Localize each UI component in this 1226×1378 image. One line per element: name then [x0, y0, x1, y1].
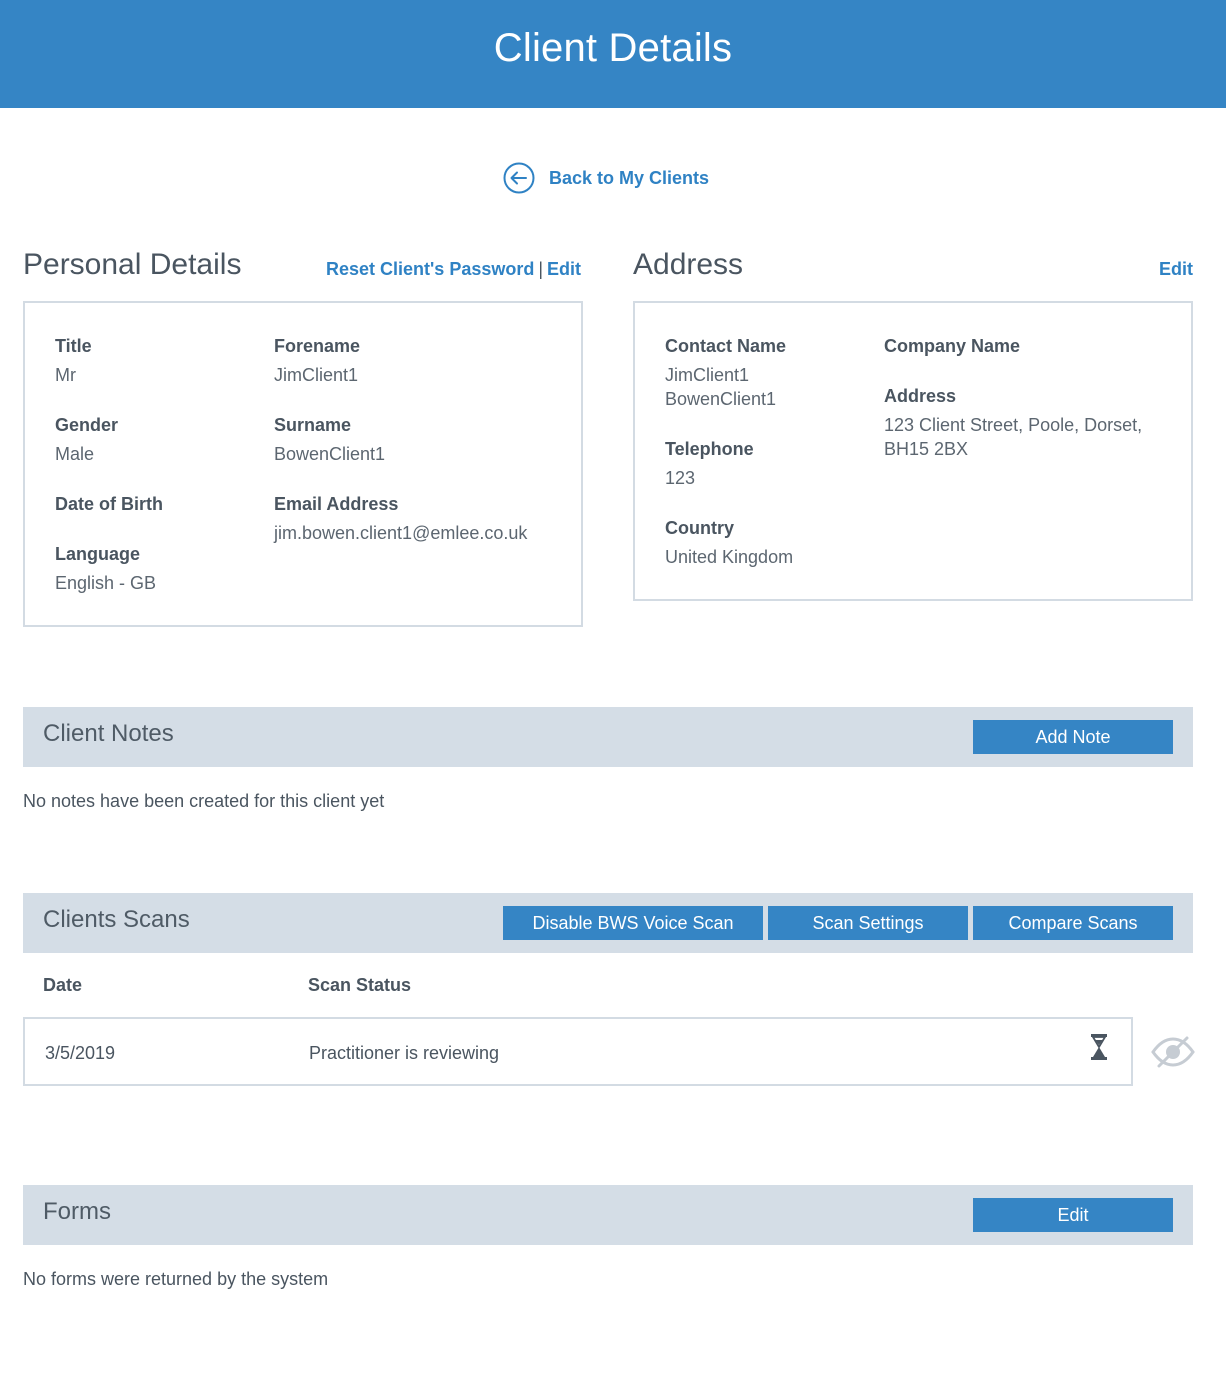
postal-address-line1: 123 Client Street, Poole, Dorset, [884, 415, 1143, 435]
country-field: Country United Kingdom [665, 517, 793, 569]
email-field: Email Address jim.bowen.client1@emlee.co… [274, 493, 527, 545]
forename-value: JimClient1 [274, 365, 359, 385]
forms-heading: Forms [43, 1198, 111, 1225]
surname-label: Surname [274, 415, 352, 435]
client-scans-heading: Clients Scans [43, 906, 190, 933]
gender-label: Gender [55, 415, 119, 435]
country-label: Country [665, 518, 734, 538]
personal-details-card: Title Mr Forename JimClient1 Gender Male… [23, 301, 583, 627]
forename-field: Forename JimClient1 [274, 335, 360, 387]
hourglass-icon [1091, 1034, 1107, 1060]
gender-field: Gender Male [55, 414, 118, 466]
email-label: Email Address [274, 494, 399, 514]
add-note-button[interactable]: Add Note [973, 720, 1173, 754]
personal-details-actions: Reset Client's Password | Edit [326, 259, 581, 280]
company-name-label: Company Name [884, 336, 1021, 356]
back-to-clients-link[interactable]: Back to My Clients [503, 162, 709, 194]
title-value: Mr [55, 365, 76, 385]
disable-voice-scan-button[interactable]: Disable BWS Voice Scan [503, 906, 763, 940]
dob-field: Date of Birth [55, 493, 163, 521]
surname-value: BowenClient1 [274, 444, 386, 464]
compare-scans-button[interactable]: Compare Scans [973, 906, 1173, 940]
edit-forms-button[interactable]: Edit [973, 1198, 1173, 1232]
address-heading: Address [633, 248, 744, 281]
contact-name-line1: JimClient1 [665, 365, 750, 385]
postal-address-field: Address 123 Client Street, Poole, Dorset… [884, 385, 1142, 461]
notes-empty-message: No notes have been created for this clie… [23, 791, 385, 811]
client-notes-heading: Client Notes [43, 720, 174, 747]
contact-name-field: Contact Name JimClient1 BowenClient1 [665, 335, 786, 411]
scan-date: 3/5/2019 [45, 1043, 116, 1063]
postal-address-label: Address [884, 386, 957, 406]
forms-bar: Forms Edit [23, 1185, 1193, 1245]
surname-field: Surname BowenClient1 [274, 414, 385, 466]
scan-settings-button[interactable]: Scan Settings [768, 906, 968, 940]
contact-name-line2: BowenClient1 [665, 389, 777, 409]
address-actions: Edit [1159, 259, 1193, 280]
scan-status-column-header: Scan Status [308, 975, 412, 995]
forename-label: Forename [274, 336, 361, 356]
language-field: Language English - GB [55, 543, 156, 595]
edit-address-link[interactable]: Edit [1159, 259, 1193, 279]
gender-value: Male [55, 444, 95, 464]
country-value: United Kingdom [665, 547, 794, 567]
reset-password-link[interactable]: Reset Client's Password [326, 259, 534, 279]
client-scans-bar: Clients Scans Disable BWS Voice Scan Sca… [23, 893, 1193, 953]
telephone-label: Telephone [665, 439, 754, 459]
forms-empty-message: No forms were returned by the system [23, 1269, 329, 1289]
page-header: Client Details [0, 0, 1226, 108]
language-value: English - GB [55, 573, 157, 593]
dob-label: Date of Birth [55, 494, 163, 514]
edit-personal-details-link[interactable]: Edit [547, 259, 581, 279]
date-column-header: Date [43, 975, 83, 995]
scan-status: Practitioner is reviewing [309, 1043, 500, 1063]
back-arrow-icon [503, 162, 535, 194]
address-card: Contact Name JimClient1 BowenClient1 Com… [633, 301, 1193, 601]
contact-name-label: Contact Name [665, 336, 787, 356]
back-link-label: Back to My Clients [549, 167, 710, 188]
postal-address-line2: BH15 2BX [884, 439, 969, 459]
language-label: Language [55, 544, 141, 564]
personal-details-heading: Personal Details [23, 248, 242, 281]
company-name-field: Company Name [884, 335, 1020, 363]
email-value: jim.bowen.client1@emlee.co.uk [274, 523, 528, 543]
hide-eye-icon[interactable] [1151, 1034, 1195, 1070]
link-separator: | [538, 259, 544, 279]
title-field: Title Mr [55, 335, 92, 387]
scan-row[interactable]: 3/5/2019 Practitioner is reviewing [23, 1017, 1133, 1086]
telephone-field: Telephone 123 [665, 438, 754, 490]
page-title: Client Details [493, 25, 733, 70]
title-label: Title [55, 336, 92, 356]
client-notes-bar: Client Notes Add Note [23, 707, 1193, 767]
telephone-value: 123 [665, 468, 696, 488]
